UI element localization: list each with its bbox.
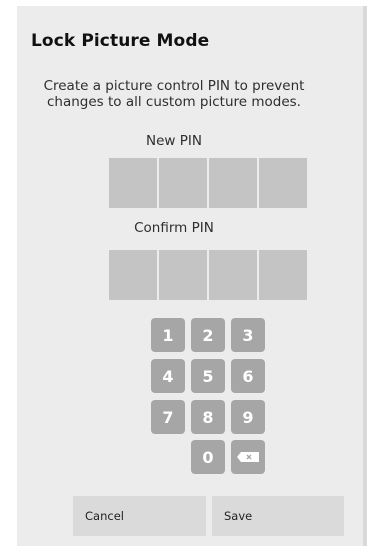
confirm-pin-label: Confirm PIN bbox=[134, 220, 214, 236]
cancel-button-label: Cancel bbox=[85, 509, 124, 523]
key-4[interactable]: 4 bbox=[151, 359, 185, 393]
backspace-key[interactable] bbox=[231, 440, 265, 474]
new-pin-digit-1[interactable] bbox=[109, 158, 157, 208]
key-9[interactable]: 9 bbox=[231, 400, 265, 434]
confirm-pin-input[interactable] bbox=[109, 250, 309, 300]
key-7[interactable]: 7 bbox=[151, 400, 185, 434]
dialog-description: Create a picture control PIN to prevent … bbox=[43, 78, 305, 110]
save-button-label: Save bbox=[224, 509, 253, 523]
dialog-edge bbox=[363, 6, 367, 546]
new-pin-input[interactable] bbox=[109, 158, 309, 208]
new-pin-digit-4[interactable] bbox=[259, 158, 307, 208]
key-3[interactable]: 3 bbox=[231, 318, 265, 352]
key-6[interactable]: 6 bbox=[231, 359, 265, 393]
key-1[interactable]: 1 bbox=[151, 318, 185, 352]
key-0[interactable]: 0 bbox=[191, 440, 225, 474]
confirm-pin-digit-1[interactable] bbox=[109, 250, 157, 300]
cancel-button[interactable]: Cancel bbox=[73, 496, 206, 536]
confirm-pin-digit-3[interactable] bbox=[209, 250, 257, 300]
key-5[interactable]: 5 bbox=[191, 359, 225, 393]
backspace-icon bbox=[237, 452, 259, 462]
confirm-pin-digit-4[interactable] bbox=[259, 250, 307, 300]
key-2[interactable]: 2 bbox=[191, 318, 225, 352]
save-button[interactable]: Save bbox=[212, 496, 344, 536]
numeric-keypad: 1 2 3 4 5 6 7 8 9 0 bbox=[151, 318, 267, 474]
new-pin-digit-3[interactable] bbox=[209, 158, 257, 208]
new-pin-label: New PIN bbox=[146, 133, 202, 149]
key-8[interactable]: 8 bbox=[191, 400, 225, 434]
confirm-pin-digit-2[interactable] bbox=[159, 250, 207, 300]
dialog-title: Lock Picture Mode bbox=[31, 31, 210, 51]
new-pin-digit-2[interactable] bbox=[159, 158, 207, 208]
